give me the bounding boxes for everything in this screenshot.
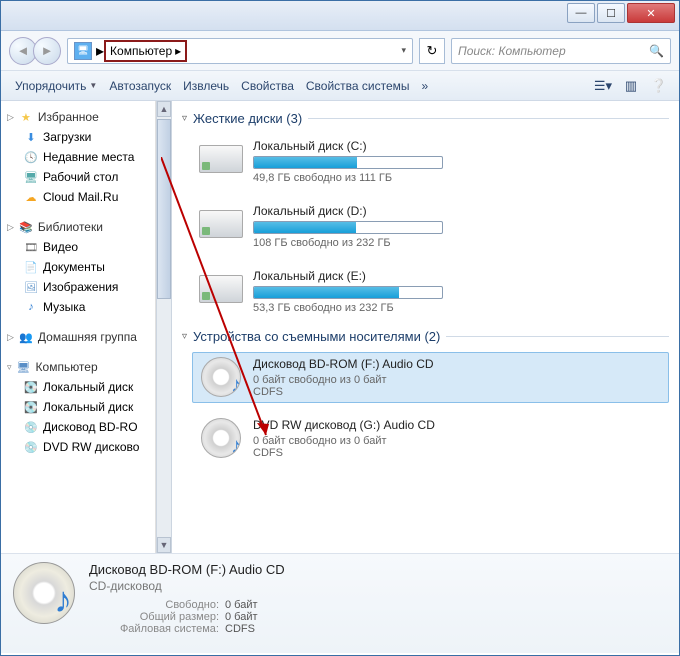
tree-icon: 💿: [23, 439, 39, 455]
refresh-button[interactable]: ↻: [419, 38, 445, 64]
maximize-button[interactable]: ☐: [597, 3, 625, 23]
drive-hdd-1[interactable]: Локальный диск (D:) 108 ГБ свободно из 23…: [192, 199, 669, 254]
category-removable[interactable]: ▿Устройства со съемными носителями (2): [182, 329, 669, 344]
close-button[interactable]: ✕: [627, 3, 675, 23]
cd-icon: ♪: [197, 418, 245, 458]
music-note-icon: ♪: [231, 372, 241, 397]
scroll-up[interactable]: ▲: [157, 101, 171, 117]
minimize-button[interactable]: —: [567, 3, 595, 23]
sidebar-lib-item-1[interactable]: 📄Документы: [3, 257, 153, 277]
chevron-right-icon: ▸: [175, 44, 181, 58]
address-location: Компьютер: [110, 44, 172, 58]
drive-fs: CDFS: [253, 447, 664, 459]
sidebar-computer-header[interactable]: ▿🖥Компьютер: [3, 357, 153, 377]
drive-title: DVD RW дисковод (G:) Audio CD: [253, 418, 664, 432]
sidebar-comp-item-3[interactable]: 💿DVD RW дисково: [3, 437, 153, 457]
drive-hdd-0[interactable]: Локальный диск (C:) 49,8 ГБ свободно из 1…: [192, 134, 669, 189]
sidebar-fav-item-2[interactable]: 🖥Рабочий стол: [3, 167, 153, 187]
system-properties-button[interactable]: Свойства системы: [300, 76, 416, 96]
drive-sub: 0 байт свободно из 0 байт: [253, 435, 664, 447]
sidebar-comp-item-1[interactable]: 💽Локальный диск: [3, 397, 153, 417]
computer-icon: 🖥: [74, 42, 92, 60]
preview-pane-button[interactable]: ▥: [619, 74, 643, 98]
help-button[interactable]: ❔: [647, 74, 671, 98]
tree-icon: 🕓: [23, 149, 39, 165]
sidebar-libraries-header[interactable]: ▷📚Библиотеки: [3, 217, 153, 237]
address-bar[interactable]: 🖥 ▸ Компьютер ▸ ▾: [67, 38, 413, 64]
sidebar: ▷★Избранное ⬇Загрузки🕓Недавние места🖥Раб…: [1, 101, 156, 553]
sidebar-lib-item-3[interactable]: ♪Музыка: [3, 297, 153, 317]
music-note-icon: ♪: [54, 579, 72, 621]
sidebar-lib-item-2[interactable]: 🖼Изображения: [3, 277, 153, 297]
details-title: Дисковод BD-ROM (F:) Audio CD: [89, 562, 285, 577]
drive-sub: 49,8 ГБ свободно из 111 ГБ: [253, 172, 664, 184]
drive-removable-1[interactable]: ♪ DVD RW дисковод (G:) Audio CD 0 байт сво…: [192, 413, 669, 464]
tree-icon: 🖼: [23, 279, 39, 295]
tree-icon: 💿: [23, 419, 39, 435]
hdd-icon: [197, 139, 245, 179]
cd-icon: ♪: [197, 357, 245, 397]
tree-icon: 🖥: [23, 169, 39, 185]
autostart-button[interactable]: Автозапуск: [103, 76, 177, 96]
hdd-icon: [197, 269, 245, 309]
drive-title: Локальный диск (C:): [253, 139, 664, 153]
drive-usage-bar: [253, 286, 443, 299]
sidebar-comp-item-0[interactable]: 💽Локальный диск: [3, 377, 153, 397]
details-row-2: Файловая система:CDFS: [89, 623, 285, 635]
drive-sub: 53,3 ГБ свободно из 232 ГБ: [253, 302, 664, 314]
drive-hdd-2[interactable]: Локальный диск (E:) 53,3 ГБ свободно из 2…: [192, 264, 669, 319]
details-row-0: Свободно:0 байт: [89, 599, 285, 611]
sidebar-favorites-header[interactable]: ▷★Избранное: [3, 107, 153, 127]
drive-sub: 108 ГБ свободно из 232 ГБ: [253, 237, 664, 249]
titlebar: — ☐ ✕: [1, 1, 679, 31]
drive-title: Локальный диск (E:): [253, 269, 664, 283]
address-dropdown[interactable]: ▾: [397, 45, 410, 56]
address-segment-highlighted[interactable]: Компьютер ▸: [104, 40, 187, 62]
scrollbar[interactable]: ▲ ▼: [156, 101, 172, 553]
toolbar-overflow[interactable]: »: [416, 76, 435, 96]
drive-usage-bar: [253, 221, 443, 234]
extract-button[interactable]: Извлечь: [177, 76, 235, 96]
tree-icon: ☁: [23, 189, 39, 205]
drive-title: Локальный диск (D:): [253, 204, 664, 218]
sidebar-homegroup[interactable]: ▷👥Домашняя группа: [3, 327, 153, 347]
drive-removable-0[interactable]: ♪ Дисковод BD-ROM (F:) Audio CD 0 байт сво…: [192, 352, 669, 403]
tree-icon: 📄: [23, 259, 39, 275]
details-icon: ♪: [13, 562, 77, 626]
search-icon: 🔍: [649, 44, 664, 58]
tree-icon: 🎞: [23, 239, 39, 255]
music-note-icon: ♪: [231, 433, 241, 458]
sidebar-fav-item-1[interactable]: 🕓Недавние места: [3, 147, 153, 167]
organize-button[interactable]: Упорядочить▼: [9, 76, 103, 96]
search-input[interactable]: Поиск: Компьютер 🔍: [451, 38, 671, 64]
drive-usage-bar: [253, 156, 443, 169]
drive-fs: CDFS: [253, 386, 664, 398]
view-button[interactable]: ☰▾: [591, 74, 615, 98]
tree-icon: 💽: [23, 399, 39, 415]
tree-icon: ⬇: [23, 129, 39, 145]
scroll-thumb[interactable]: [157, 119, 171, 299]
drive-sub: 0 байт свободно из 0 байт: [253, 374, 664, 386]
sidebar-fav-item-0[interactable]: ⬇Загрузки: [3, 127, 153, 147]
sidebar-lib-item-0[interactable]: 🎞Видео: [3, 237, 153, 257]
category-hdd[interactable]: ▿Жесткие диски (3): [182, 111, 669, 126]
details-type: CD-дисковод: [89, 579, 285, 593]
details-row-1: Общий размер:0 байт: [89, 611, 285, 623]
tree-icon: 💽: [23, 379, 39, 395]
hdd-icon: [197, 204, 245, 244]
details-pane: ♪ Дисковод BD-ROM (F:) Audio CD CD-диско…: [1, 553, 679, 653]
forward-button[interactable]: ►: [33, 37, 61, 65]
scroll-down[interactable]: ▼: [157, 537, 171, 553]
search-placeholder: Поиск: Компьютер: [458, 44, 566, 58]
sidebar-fav-item-3[interactable]: ☁Cloud Mail.Ru: [3, 187, 153, 207]
homegroup-icon: 👥: [18, 329, 34, 345]
sidebar-comp-item-2[interactable]: 💿Дисковод BD-RO: [3, 417, 153, 437]
properties-button[interactable]: Свойства: [235, 76, 300, 96]
nav-row: ◄ ► 🖥 ▸ Компьютер ▸ ▾ ↻ Поиск: Компьютер…: [1, 31, 679, 71]
toolbar: Упорядочить▼ Автозапуск Извлечь Свойства…: [1, 71, 679, 101]
chevron-down-icon: ▼: [89, 81, 97, 90]
tree-icon: ♪: [23, 299, 39, 315]
main-content: ▿Жесткие диски (3) Локальный диск (C:) 49…: [172, 101, 679, 553]
drive-title: Дисковод BD-ROM (F:) Audio CD: [253, 357, 664, 371]
